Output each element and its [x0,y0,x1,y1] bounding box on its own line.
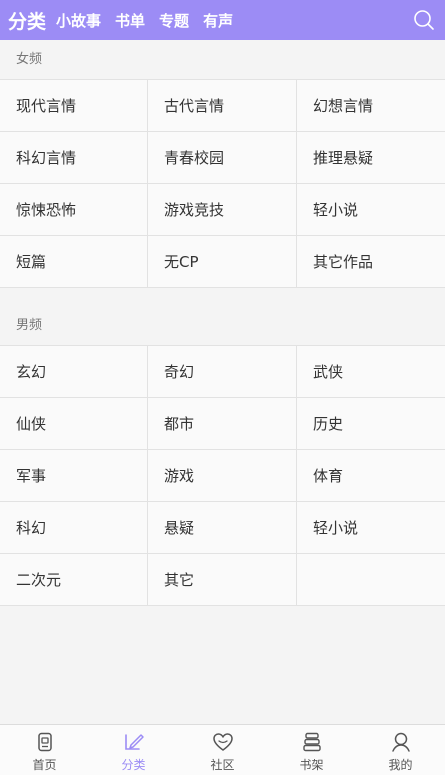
tab-book-lists[interactable]: 书单 [115,10,145,31]
category-item[interactable]: 短篇 [0,236,148,288]
category-item[interactable]: 轻小说 [297,502,445,554]
nav-label: 社区 [210,758,235,772]
category-item[interactable]: 青春校园 [148,132,297,184]
category-item[interactable]: 玄幻 [0,346,148,398]
nav-bookshelf[interactable]: 书架 [267,725,356,775]
bottom-navigation: 首页 分类 社区 书架 我的 [0,724,445,775]
community-heart-icon [212,733,233,751]
category-item[interactable]: 无CP [148,236,297,288]
nav-profile[interactable]: 我的 [356,725,445,775]
category-item[interactable]: 其它 [148,554,297,606]
female-category-grid: 现代言情 古代言情 幻想言情 科幻言情 青春校园 推理悬疑 惊悚恐怖 游戏竞技 … [0,80,445,288]
nav-label: 我的 [388,758,413,772]
category-item[interactable]: 历史 [297,398,445,450]
category-item[interactable]: 都市 [148,398,297,450]
category-item[interactable]: 轻小说 [297,184,445,236]
nav-home[interactable]: 首页 [0,725,89,775]
category-item[interactable]: 悬疑 [148,502,297,554]
category-item[interactable]: 奇幻 [148,346,297,398]
category-pen-icon [124,734,144,750]
tab-short-stories[interactable]: 小故事 [56,10,101,31]
top-bar: 分类 小故事 书单 专题 有声 [0,0,445,40]
nav-label: 首页 [32,758,57,772]
category-item[interactable]: 推理悬疑 [297,132,445,184]
section-title-female: 女频 [0,40,445,80]
category-item[interactable]: 幻想言情 [297,80,445,132]
category-item[interactable]: 惊悚恐怖 [0,184,148,236]
male-category-grid: 玄幻 奇幻 武侠 仙侠 都市 历史 军事 游戏 体育 科幻 悬疑 轻小说 二次元… [0,346,445,606]
section-title-male: 男频 [0,306,445,346]
category-item[interactable]: 军事 [0,450,148,502]
category-item[interactable]: 其它作品 [297,236,445,288]
category-item[interactable]: 科幻 [0,502,148,554]
tab-audio[interactable]: 有声 [203,10,233,31]
search-icon[interactable] [413,9,435,31]
category-item[interactable]: 科幻言情 [0,132,148,184]
category-item[interactable]: 体育 [297,450,445,502]
nav-category[interactable]: 分类 [89,725,178,775]
category-item[interactable]: 武侠 [297,346,445,398]
category-item[interactable]: 二次元 [0,554,148,606]
category-item[interactable]: 仙侠 [0,398,148,450]
category-item[interactable]: 游戏 [148,450,297,502]
category-item[interactable]: 古代言情 [148,80,297,132]
tab-topics[interactable]: 专题 [159,10,189,31]
profile-person-icon [391,732,410,752]
category-item[interactable]: 现代言情 [0,80,148,132]
tab-category[interactable]: 分类 [8,7,46,34]
bookshelf-stack-icon [302,732,321,752]
nav-label: 书架 [299,758,324,772]
home-book-icon [37,732,52,752]
category-item[interactable]: 游戏竞技 [148,184,297,236]
nav-community[interactable]: 社区 [178,725,267,775]
empty-cell [297,554,445,606]
nav-label: 分类 [121,758,146,772]
